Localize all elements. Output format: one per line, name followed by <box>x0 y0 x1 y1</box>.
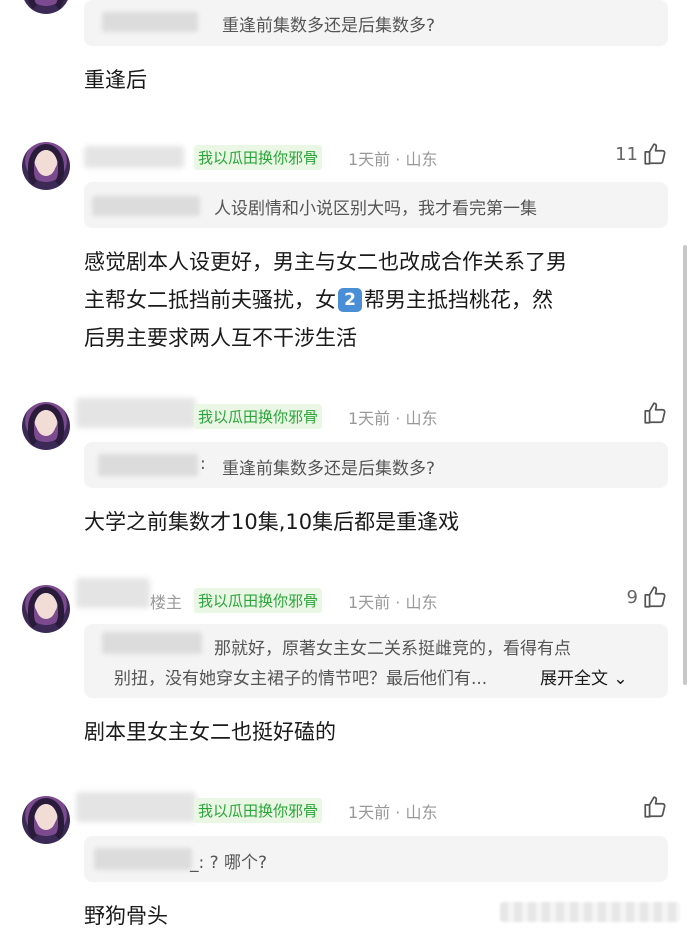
reply-text: 重逢后 <box>84 68 147 92</box>
fan-badge: 我以瓜田换你邪骨 <box>194 588 323 613</box>
chevron-down-icon: ⌄ <box>608 669 628 689</box>
comment-meta: 1天前 · 山东 <box>348 803 438 822</box>
reply-text: 大学之前集数才10集,10集后都是重逢戏 <box>84 510 460 534</box>
avatar[interactable] <box>22 796 70 844</box>
reply-text: 剧本里女主女二也挺好磕的 <box>84 720 336 744</box>
quote-prefix: : <box>200 454 206 474</box>
reply-text-line-1: 感觉剧本人设更好，男主与女二也改成合作关系了男 <box>84 250 567 274</box>
avatar[interactable] <box>22 0 70 14</box>
blurred-username <box>102 632 202 654</box>
blurred-username <box>76 792 196 822</box>
blurred-username <box>94 848 192 870</box>
fan-badge: 我以瓜田换你邪骨 <box>194 404 323 429</box>
blurred-username <box>76 578 150 608</box>
watermark <box>500 902 680 922</box>
quoted-comment[interactable]: : 重逢前集数多还是后集数多? <box>84 442 668 488</box>
thumbs-up-icon <box>644 143 666 165</box>
quoted-comment[interactable]: _: ? 哪个? <box>84 836 668 882</box>
thumbs-up-icon <box>644 796 666 818</box>
quote-text: 重逢前集数多还是后集数多? <box>222 459 436 479</box>
thumbs-up-icon <box>644 402 666 424</box>
fan-badge: 我以瓜田换你邪骨 <box>194 798 323 823</box>
like-button[interactable]: 11 <box>615 141 668 167</box>
fan-badge: 我以瓜田换你邪骨 <box>194 145 323 170</box>
reply-text: 野狗骨头 <box>84 904 168 928</box>
quote-text: 重逢前集数多还是后集数多? <box>222 16 436 36</box>
reply-text: 主帮女二抵挡前夫骚扰，女 <box>84 288 336 312</box>
quote-text-line-1: 那就好，原著女主女二关系挺雌竞的，看得有点 <box>214 639 571 659</box>
comment-meta: 1天前 · 山东 <box>348 409 438 428</box>
comment-meta: 1天前 · 山东 <box>348 150 438 169</box>
like-count: 11 <box>615 143 638 165</box>
blurred-username <box>76 398 196 428</box>
keycap-two-emoji: 2 <box>338 288 362 312</box>
like-button[interactable] <box>642 794 668 820</box>
reply-text-line-2: 主帮女二抵挡前夫骚扰，女 2 帮男主抵挡桃花，然 <box>84 284 553 314</box>
like-button[interactable] <box>642 400 668 426</box>
expand-label: 展开全文 <box>540 669 608 689</box>
thumbs-up-icon <box>644 586 666 608</box>
avatar[interactable] <box>22 402 70 450</box>
comment-meta: 1天前 · 山东 <box>348 593 438 612</box>
blurred-username <box>84 146 184 168</box>
scrollbar[interactable] <box>683 245 687 685</box>
quoted-comment[interactable]: 人设剧情和小说区别大吗，我才看完第一集 <box>84 182 668 228</box>
quote-text: 人设剧情和小说区别大吗，我才看完第一集 <box>214 199 537 219</box>
quoted-comment[interactable]: 重逢前集数多还是后集数多? <box>84 0 668 46</box>
blurred-username <box>92 196 200 216</box>
avatar[interactable] <box>22 585 70 633</box>
reply-text: 帮男主抵挡桃花，然 <box>364 288 553 312</box>
reply-text-line-3: 后男主要求两人互不干涉生活 <box>84 326 357 350</box>
quote-text-line-2: 别扭，没有她穿女主裙子的情节吧？最后他们有... <box>114 669 488 689</box>
quoted-comment[interactable]: 那就好，原著女主女二关系挺雌竞的，看得有点 别扭，没有她穿女主裙子的情节吧？最后… <box>84 624 668 698</box>
original-poster-label: 楼主 <box>150 593 183 612</box>
like-count: 9 <box>626 586 638 608</box>
quote-text: _: ? 哪个? <box>190 853 268 873</box>
expand-full-text-link[interactable]: 展开全文 ⌄ <box>540 664 628 689</box>
blurred-username <box>102 12 198 32</box>
avatar[interactable] <box>22 142 70 190</box>
blurred-username <box>98 454 198 476</box>
like-button[interactable]: 9 <box>627 584 668 610</box>
